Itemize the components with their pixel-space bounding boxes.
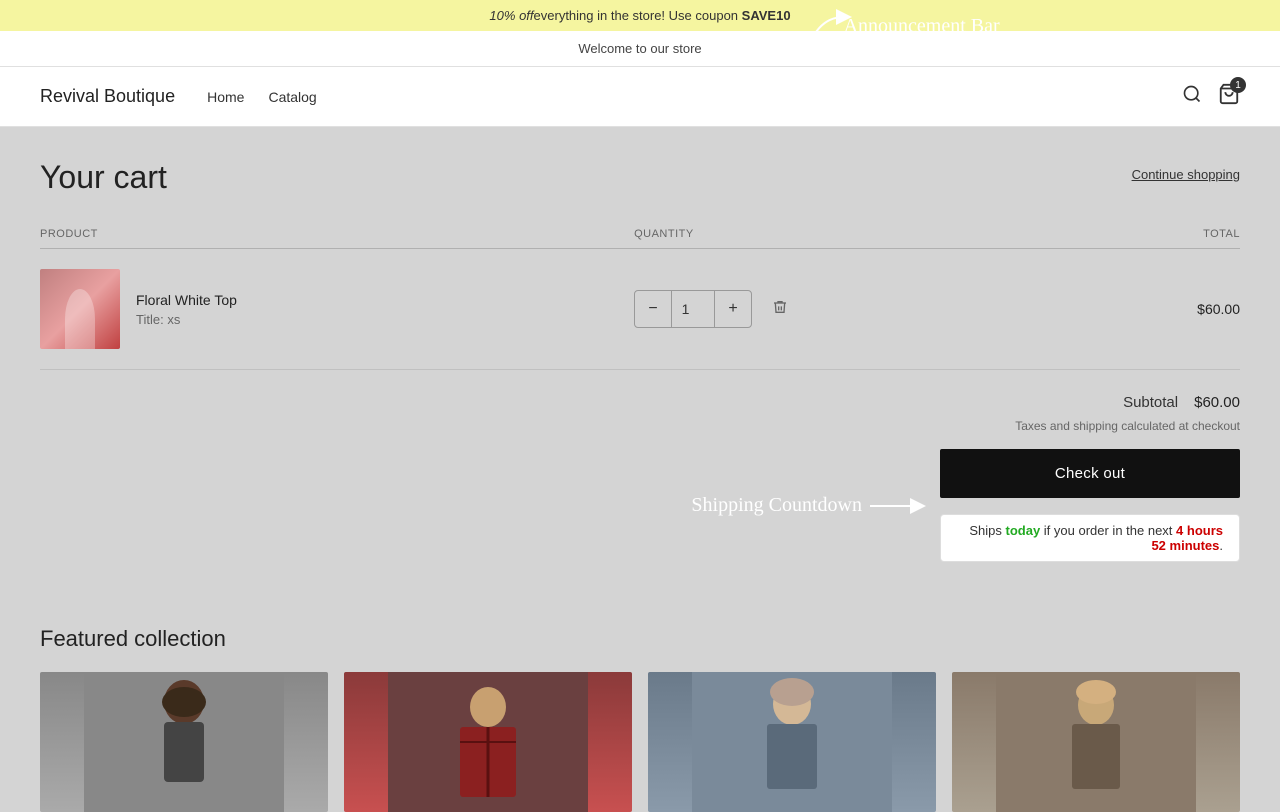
- item-price: $60.00: [1111, 249, 1240, 370]
- product-image: [40, 269, 120, 349]
- promo-suffix: everything in the store! Use coupon: [534, 8, 742, 23]
- cart-footer: Subtotal $60.00 Taxes and shipping calcu…: [40, 394, 1240, 562]
- table-row: Floral White Top Title: xs −: [40, 249, 1240, 370]
- product-column-header: PRODUCT: [40, 220, 634, 249]
- cart-title: Your cart: [40, 159, 167, 196]
- tax-note: Taxes and shipping calculated at checkou…: [40, 419, 1240, 433]
- main-nav: Home Catalog: [207, 89, 317, 105]
- quantity-column-header: QUANTITY: [634, 220, 1111, 249]
- product-name: Floral White Top: [136, 292, 237, 308]
- announcement-bar: 10% offeverything in the store! Use coup…: [0, 0, 1280, 31]
- subtotal-amount: $60.00: [1194, 394, 1240, 411]
- ships-prefix: Ships: [969, 523, 1005, 538]
- subtotal-label: Subtotal: [1123, 394, 1178, 411]
- quantity-cell: − +: [634, 249, 1111, 370]
- increase-quantity-button[interactable]: +: [715, 291, 751, 327]
- product-figure: [65, 289, 95, 349]
- nav-home[interactable]: Home: [207, 89, 244, 105]
- ships-today: today: [1006, 523, 1041, 538]
- header-actions: 1: [1182, 83, 1240, 110]
- featured-item-3[interactable]: [648, 672, 936, 812]
- featured-item-2[interactable]: [344, 672, 632, 812]
- ships-suffix: .: [1219, 538, 1223, 553]
- cart-badge: 1: [1230, 77, 1246, 93]
- welcome-bar: Welcome to our store: [0, 31, 1280, 67]
- cart-icon[interactable]: 1: [1218, 83, 1240, 110]
- checkout-wrapper: Check out: [40, 449, 1240, 498]
- header: Revival Boutique Home Catalog 1: [0, 67, 1280, 127]
- promo-off-italic: 10%: [489, 8, 519, 23]
- welcome-text: Welcome to our store: [578, 41, 701, 56]
- quantity-controls: − +: [634, 290, 752, 328]
- cart-header: Your cart Continue shopping: [40, 159, 1240, 196]
- featured-section: Featured collection: [0, 594, 1280, 812]
- search-icon[interactable]: [1182, 84, 1202, 109]
- featured-item-4[interactable]: [952, 672, 1240, 812]
- promo-off-text: off: [519, 8, 533, 23]
- featured-title: Featured collection: [40, 626, 1240, 652]
- decrease-quantity-button[interactable]: −: [635, 291, 671, 327]
- checkout-button[interactable]: Check out: [940, 449, 1240, 498]
- cart-table: PRODUCT QUANTITY TOTAL Floral White Top …: [40, 220, 1240, 370]
- continue-shopping-link[interactable]: Continue shopping: [1132, 167, 1240, 182]
- featured-item-1[interactable]: [40, 672, 328, 812]
- main-content: Your cart Continue shopping PRODUCT QUAN…: [0, 127, 1280, 594]
- coupon-code: SAVE10: [742, 8, 791, 23]
- product-details: Floral White Top Title: xs: [136, 292, 237, 327]
- product-cell: Floral White Top Title: xs: [40, 249, 634, 370]
- variant-label: Title:: [136, 312, 164, 327]
- nav-catalog[interactable]: Catalog: [268, 89, 316, 105]
- featured-grid: [40, 672, 1240, 812]
- cart-table-head: PRODUCT QUANTITY TOTAL: [40, 220, 1240, 249]
- quantity-input[interactable]: [671, 291, 715, 327]
- remove-item-button[interactable]: [768, 295, 792, 324]
- product-variant: Title: xs: [136, 312, 237, 327]
- product-info: Floral White Top Title: xs: [40, 269, 634, 349]
- subtotal-row: Subtotal $60.00: [40, 394, 1240, 411]
- total-column-header: TOTAL: [1111, 220, 1240, 249]
- shipping-countdown: Ships today if you order in the next 4 h…: [940, 514, 1240, 562]
- shipping-countdown-area: Shipping Countdown Ships today if you or…: [40, 514, 1240, 562]
- cart-table-body: Floral White Top Title: xs −: [40, 249, 1240, 370]
- ships-middle: if you order in the next: [1040, 523, 1176, 538]
- variant-value: xs: [167, 312, 180, 327]
- quantity-controls-wrapper: − +: [634, 290, 1111, 328]
- brand-logo[interactable]: Revival Boutique: [40, 86, 175, 107]
